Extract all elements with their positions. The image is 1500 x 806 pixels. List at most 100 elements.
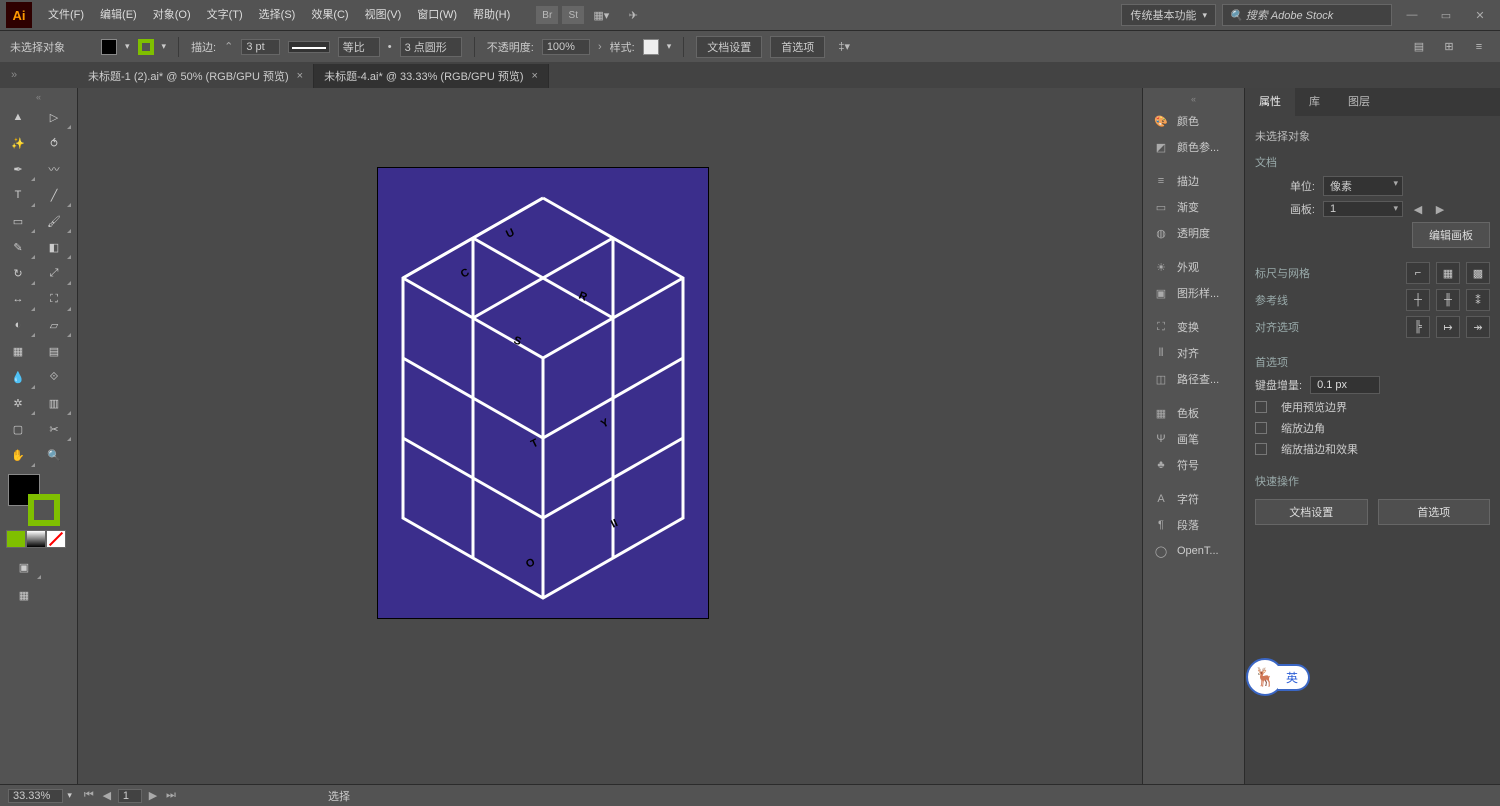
hand-tool[interactable]: ✋	[0, 442, 36, 468]
document-tab[interactable]: 未标题-1 (2).ai* @ 50% (RGB/GPU 预览) ×	[78, 64, 314, 88]
toolbox-collapse-icon[interactable]: «	[33, 92, 45, 100]
dock-color-guide[interactable]: ◩颜色参...	[1143, 134, 1244, 160]
eyedropper-tool[interactable]: 💧	[0, 364, 36, 390]
shaper-tool[interactable]: ✎	[0, 234, 36, 260]
type-tool[interactable]: T	[0, 182, 36, 208]
edit-artboard-button[interactable]: 编辑画板	[1412, 222, 1490, 248]
stroke-preview[interactable]	[288, 41, 330, 53]
menu-window[interactable]: 窗口(W)	[409, 0, 465, 30]
tab-close-icon[interactable]: ×	[297, 70, 303, 82]
artboard-next-icon[interactable]: ▶	[1433, 203, 1447, 216]
eraser-tool[interactable]: ◧	[36, 234, 72, 260]
smart-guides-icon[interactable]: ⁑	[1466, 289, 1490, 311]
artboard-nav-input[interactable]: 1	[118, 789, 142, 803]
stroke-color[interactable]	[28, 494, 60, 526]
dock-stroke[interactable]: ≡描边	[1143, 168, 1244, 194]
grid-icon[interactable]: ▦	[1436, 262, 1460, 284]
pen-tool[interactable]: ✒	[0, 156, 36, 182]
lasso-tool[interactable]: ⥀	[36, 130, 72, 156]
free-transform-tool[interactable]: ⛶	[36, 286, 72, 312]
gpu-icon[interactable]: ✈	[622, 4, 644, 26]
menu-view[interactable]: 视图(V)	[357, 0, 410, 30]
dock-transform[interactable]: ⛶变换	[1143, 314, 1244, 340]
transparency-grid-icon[interactable]: ▩	[1466, 262, 1490, 284]
dock-align[interactable]: ⫴对齐	[1143, 340, 1244, 366]
stroke-profile-dd[interactable]: 等比	[338, 37, 380, 57]
mesh-tool[interactable]: ▦	[0, 338, 36, 364]
screen-mode-icon[interactable]: ▣	[6, 554, 42, 580]
next-artboard-icon[interactable]: ▶	[146, 789, 160, 802]
shape-builder-tool[interactable]: ◐	[0, 312, 36, 338]
checkbox[interactable]	[1255, 422, 1267, 434]
tab-layers[interactable]: 图层	[1334, 88, 1384, 116]
column-graph-tool[interactable]: ▥	[36, 390, 72, 416]
stroke-dash-dd[interactable]: 3 点圆形	[400, 37, 462, 57]
last-artboard-icon[interactable]: ⏭	[164, 789, 178, 802]
dock-character[interactable]: A字符	[1143, 486, 1244, 512]
dock-gradient[interactable]: ▭渐变	[1143, 194, 1244, 220]
fill-swatch[interactable]	[101, 39, 117, 55]
close-button[interactable]: ✕	[1466, 5, 1494, 25]
dock-transparency[interactable]: ◍透明度	[1143, 220, 1244, 246]
menu-help[interactable]: 帮助(H)	[465, 0, 518, 30]
magic-wand-tool[interactable]: ✨	[0, 130, 36, 156]
tab-close-icon[interactable]: ×	[532, 70, 538, 82]
checkbox[interactable]	[1255, 443, 1267, 455]
snap-point-icon[interactable]: ↦	[1436, 316, 1460, 338]
edit-toolbar-icon[interactable]: ▦	[6, 582, 42, 608]
dock-opentype[interactable]: ◯OpenT...	[1143, 538, 1244, 564]
dock-graphic-styles[interactable]: ▣图形样...	[1143, 280, 1244, 306]
menu-edit[interactable]: 编辑(E)	[92, 0, 145, 30]
qa-doc-setup-button[interactable]: 文档设置	[1255, 499, 1368, 525]
line-tool[interactable]: ╱	[36, 182, 72, 208]
gradient-mode-icon[interactable]	[26, 530, 46, 548]
scale-tool[interactable]: ⤢	[36, 260, 72, 286]
ime-indicator[interactable]: 🦌 英	[1246, 658, 1310, 696]
paintbrush-tool[interactable]: 🖌	[36, 208, 72, 234]
minimize-button[interactable]: —	[1398, 5, 1426, 25]
selection-tool[interactable]: ▲	[0, 104, 36, 130]
snap-pixel-icon[interactable]: ╠	[1406, 316, 1430, 338]
units-dropdown[interactable]: 像素	[1323, 176, 1403, 196]
prev-artboard-icon[interactable]: ◀	[100, 789, 114, 802]
doc-setup-button[interactable]: 文档设置	[696, 36, 762, 58]
prefs-extra-icon[interactable]: ‡▾	[833, 36, 855, 58]
perspective-tool[interactable]: ▱	[36, 312, 72, 338]
zoom-dropdown[interactable]: 33.33%	[8, 789, 63, 803]
first-artboard-icon[interactable]: ⏮	[82, 789, 96, 802]
stock-icon[interactable]: St	[562, 6, 584, 24]
style-swatch[interactable]	[643, 39, 659, 55]
snap-grid-icon[interactable]: ↠	[1466, 316, 1490, 338]
stroke-weight-input[interactable]: 3 pt	[241, 39, 279, 55]
curvature-tool[interactable]: 〰	[36, 156, 72, 182]
dock-symbols[interactable]: ♣符号	[1143, 452, 1244, 478]
direct-selection-tool[interactable]: ▷	[36, 104, 72, 130]
opacity-input[interactable]: 100%	[542, 39, 590, 55]
dock-brushes[interactable]: Ψ画笔	[1143, 426, 1244, 452]
menu-file[interactable]: 文件(F)	[40, 0, 92, 30]
dock-appearance[interactable]: ☀外观	[1143, 254, 1244, 280]
arrange-docs-icon[interactable]: ▦▾	[590, 4, 612, 26]
dock-paragraph[interactable]: ¶段落	[1143, 512, 1244, 538]
guides-lock-icon[interactable]: ╫	[1436, 289, 1460, 311]
key-inc-input[interactable]	[1310, 376, 1380, 394]
maximize-button[interactable]: ▭	[1432, 5, 1460, 25]
canvas[interactable]: C U R S T Y O II	[78, 88, 1142, 784]
rotate-tool[interactable]: ↻	[0, 260, 36, 286]
checkbox[interactable]	[1255, 401, 1267, 413]
fill-stroke-swatches[interactable]	[8, 474, 62, 528]
guides-show-icon[interactable]: ┼	[1406, 289, 1430, 311]
dock-swatches[interactable]: ▦色板	[1143, 400, 1244, 426]
menu-object[interactable]: 对象(O)	[145, 0, 199, 30]
tab-properties[interactable]: 属性	[1245, 88, 1295, 116]
menu-effect[interactable]: 效果(C)	[303, 0, 356, 30]
blend-tool[interactable]: ⟐	[36, 364, 72, 390]
qa-prefs-button[interactable]: 首选项	[1378, 499, 1491, 525]
dock-pathfinder[interactable]: ◫路径查...	[1143, 366, 1244, 392]
menu-type[interactable]: 文字(T)	[199, 0, 251, 30]
symbol-sprayer-tool[interactable]: ✲	[0, 390, 36, 416]
search-input[interactable]: 🔍 搜索 Adobe Stock	[1222, 4, 1392, 26]
width-tool[interactable]: ↔	[0, 286, 36, 312]
menu-select[interactable]: 选择(S)	[251, 0, 304, 30]
artboard-tool[interactable]: ▢	[0, 416, 36, 442]
